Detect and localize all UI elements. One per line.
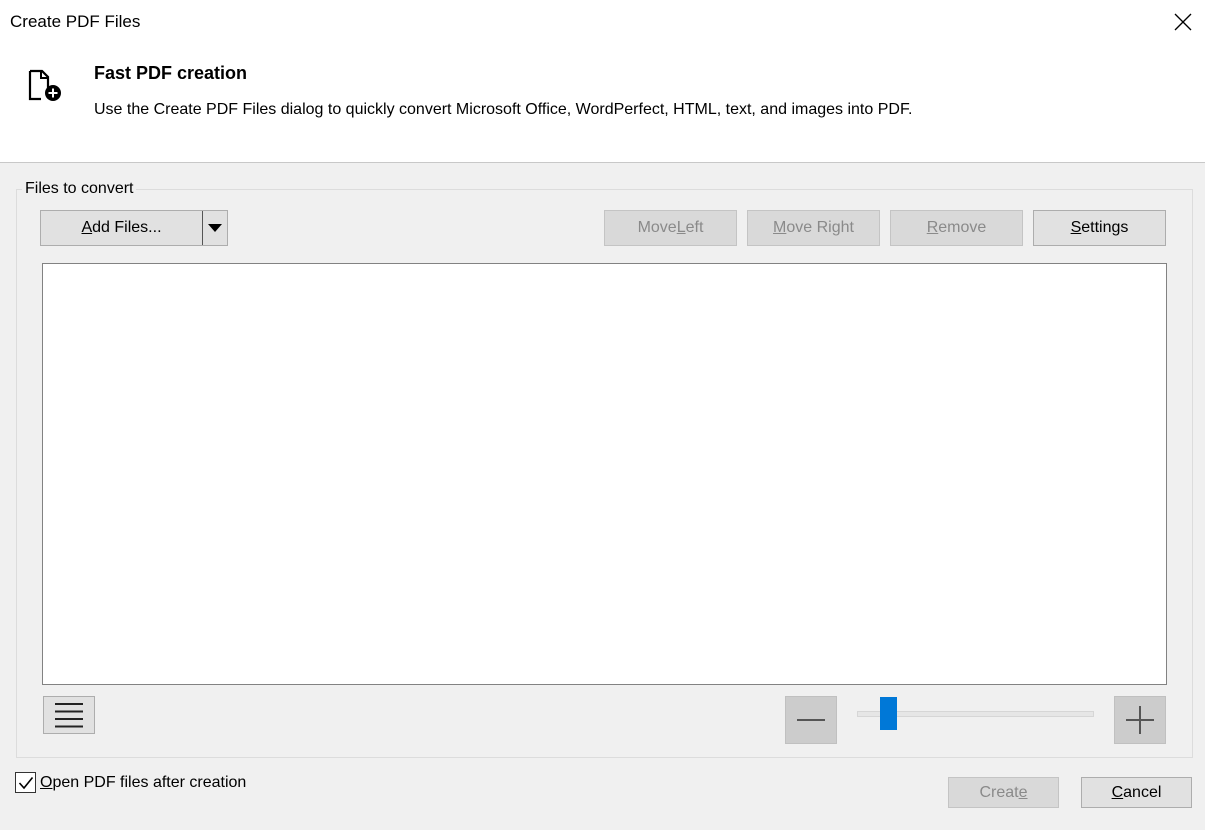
dialog-header: Fast PDF creation Use the Create PDF Fil… — [0, 45, 1205, 162]
checkmark-icon — [18, 776, 33, 789]
window-title: Create PDF Files — [10, 12, 141, 31]
add-files-accel: A — [81, 219, 93, 236]
add-files-label: dd Files... — [92, 219, 162, 236]
zoom-out-button[interactable] — [785, 696, 837, 744]
pdf-add-file-icon — [28, 69, 61, 101]
header-title: Fast PDF creation — [94, 63, 248, 83]
settings-button[interactable]: Settings — [1033, 210, 1166, 246]
zoom-in-button[interactable] — [1114, 696, 1166, 744]
files-to-convert-label: Files to convert — [22, 180, 137, 198]
open-after-creation-option[interactable]: Open PDF files after creation — [15, 772, 246, 793]
plus-icon — [1126, 706, 1154, 734]
view-menu-button[interactable] — [43, 696, 95, 734]
dropdown-arrow-icon — [208, 224, 222, 232]
close-icon — [1174, 13, 1191, 31]
cancel-button[interactable]: Cancel — [1081, 777, 1192, 808]
dialog-body: Files to convert Add Files... Move Left … — [0, 162, 1205, 830]
title-bar: Create PDF Files — [0, 0, 1205, 45]
open-after-creation-checkbox[interactable] — [15, 772, 36, 793]
create-button[interactable]: Creat e — [948, 777, 1059, 808]
hamburger-menu-icon — [55, 703, 83, 728]
file-list[interactable] — [42, 263, 1167, 685]
remove-button[interactable]: Remove — [890, 210, 1023, 246]
add-files-button[interactable]: Add Files... — [41, 211, 203, 245]
open-after-creation-label: Open PDF files after creation — [40, 773, 247, 791]
zoom-slider-thumb[interactable] — [880, 697, 897, 730]
add-files-dropdown[interactable] — [203, 211, 227, 245]
move-right-button[interactable]: Move Right — [747, 210, 880, 246]
close-button[interactable] — [1160, 0, 1205, 44]
move-left-button[interactable]: Move Left — [604, 210, 737, 246]
add-files-split-button[interactable]: Add Files... — [40, 210, 228, 246]
header-description: Use the Create PDF Files dialog to quick… — [94, 101, 913, 118]
minus-icon — [797, 719, 825, 721]
